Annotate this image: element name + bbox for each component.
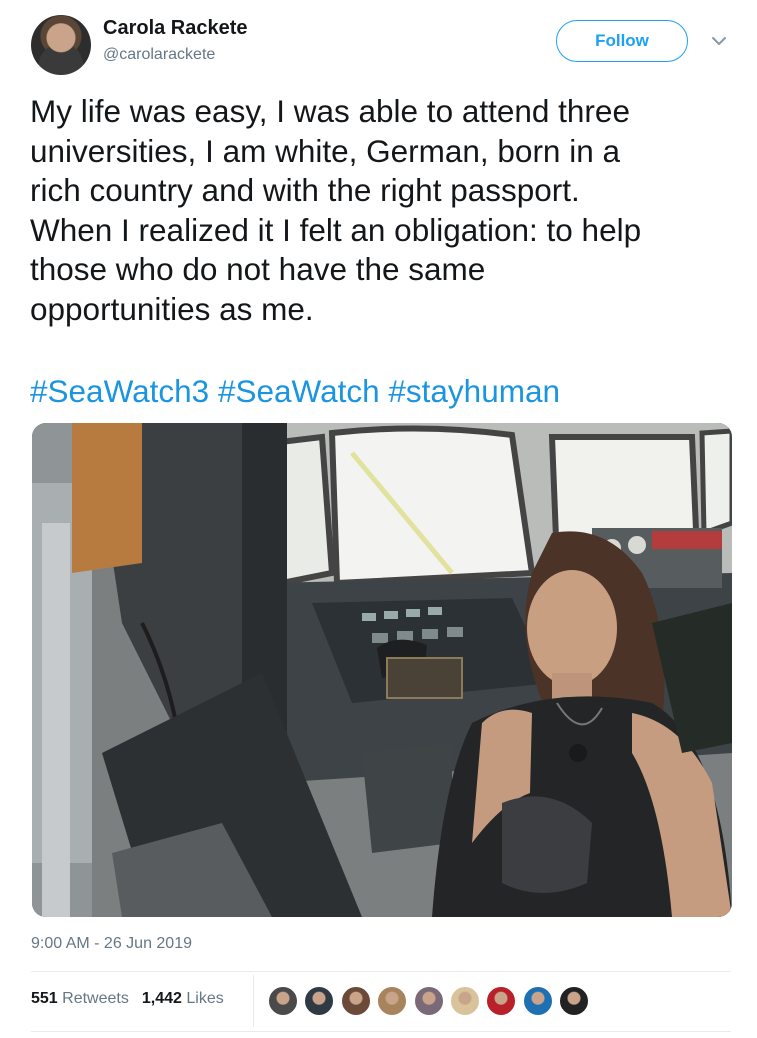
liker-avatar[interactable] — [559, 986, 590, 1016]
liker-avatar[interactable] — [522, 986, 553, 1016]
retweets-count: 551 — [31, 990, 58, 1007]
tweet-text: My life was easy, I was able to attend t… — [30, 92, 730, 329]
retweets-stat[interactable]: 551 Retweets — [31, 990, 129, 1007]
tweet-text-line: My life was easy, I was able to attend t… — [30, 93, 630, 129]
hashtag-link[interactable]: #SeaWatch — [218, 373, 380, 409]
tweet-text-line: universities, I am white, German, born i… — [30, 132, 620, 169]
avatar[interactable] — [31, 15, 91, 75]
hashtag-link[interactable]: #SeaWatch3 — [30, 373, 209, 409]
divider — [253, 975, 254, 1027]
likes-count: 1,442 — [141, 990, 182, 1007]
likes-stat[interactable]: 1,442 Likes — [142, 990, 224, 1007]
hashtag-link[interactable]: #stayhuman — [388, 373, 560, 409]
tweet-timestamp[interactable]: 9:00 AM - 26 Jun 2019 — [31, 935, 192, 953]
chevron-down-icon[interactable] — [708, 30, 730, 52]
user-handle[interactable]: @carolarackete — [103, 46, 215, 64]
liker-avatar[interactable] — [340, 986, 371, 1016]
user-name[interactable]: Carola Rackete — [103, 17, 248, 40]
tweet-stats: 551 Retweets 1,442 Likes — [31, 990, 224, 1008]
likes-label: Likes — [186, 990, 224, 1007]
tweet-text-line: When I realized it I felt an obligation:… — [30, 211, 642, 248]
tweet-text-line: those who do not have the same — [30, 251, 486, 287]
liker-avatars — [268, 986, 596, 1016]
liker-avatar[interactable] — [413, 986, 444, 1016]
liker-avatar[interactable] — [377, 986, 408, 1016]
tweet-text-line: rich country and with the right passport… — [30, 172, 580, 208]
divider — [31, 971, 731, 972]
liker-avatar[interactable] — [304, 986, 335, 1016]
divider — [31, 1031, 731, 1032]
photo-illustration — [32, 423, 732, 917]
liker-avatar[interactable] — [268, 986, 298, 1016]
liker-avatar[interactable] — [486, 986, 517, 1016]
hashtag-list: #SeaWatch3 #SeaWatch #stayhuman — [30, 371, 560, 411]
follow-button[interactable]: Follow — [556, 20, 688, 62]
tweet-text-line: opportunities as me. — [30, 290, 314, 327]
tweet-photo[interactable] — [32, 423, 732, 917]
retweets-label: Retweets — [62, 990, 129, 1007]
liker-avatar[interactable] — [449, 986, 480, 1016]
